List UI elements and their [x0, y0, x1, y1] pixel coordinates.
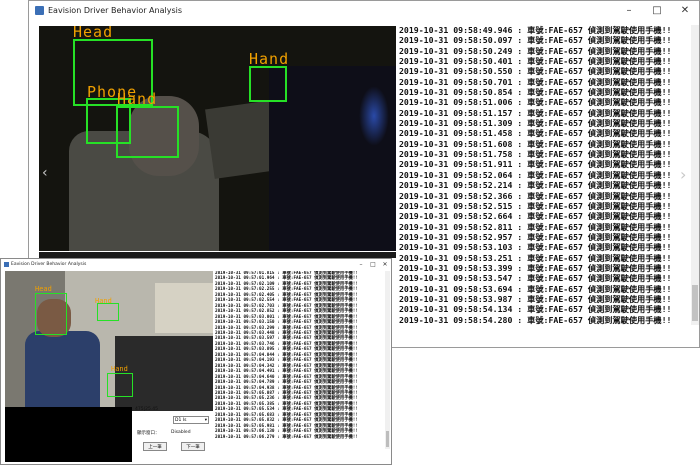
hand-detection-box-right [249, 66, 287, 102]
small-window: Eavision Driver Behavior Analysis – □ ✕ … [0, 258, 392, 465]
hand-detection-label-bottom: Hand [111, 365, 128, 373]
prev-record-button[interactable]: 上一筆 [143, 442, 167, 451]
hand-detection-label-left: Hand [117, 90, 158, 108]
head-detection-label: Head [35, 285, 52, 293]
main-event-log[interactable]: 2019-10-31 09:58:49.946 : 車號:FAE-657 偵測到… [399, 25, 693, 325]
small-event-log[interactable]: 2019-10-31 09:57:01.815 : 車號:FAE-657 偵測到… [215, 271, 385, 449]
hand-detection-box-top [97, 303, 119, 321]
camera-select-value: D1 Is [175, 417, 187, 423]
log-line: 2019-10-31 09:58:49.946 : 車號:FAE-657 偵測到… [399, 25, 672, 35]
secondary-video-feed [5, 407, 132, 462]
log-line: 2019-10-31 09:58:51.608 : 車號:FAE-657 偵測到… [399, 138, 672, 149]
hand-detection-box-left [116, 106, 179, 158]
next-record-button[interactable]: 下一筆 [181, 442, 205, 451]
log-line: 2019-10-31 09:58:50.097 : 車號:FAE-657 偵測到… [399, 35, 672, 46]
log-line: 2019-10-31 09:58:54.280 : 車號:FAE-657 偵測到… [399, 314, 672, 325]
app-icon [4, 261, 9, 267]
log-line: 2019-10-31 09:58:54.134 : 車號:FAE-657 偵測到… [399, 304, 672, 315]
small-window-title: Eavision Driver Behavior Analysis [11, 261, 87, 267]
scrollbar-thumb[interactable] [386, 431, 389, 447]
mode-value: Disabled [171, 430, 191, 435]
minimize-button[interactable]: – [615, 1, 643, 19]
main-title-bar[interactable]: Eavision Driver Behavior Analysis – □ ✕ [29, 1, 699, 19]
log-line: 2019-10-31 09:58:53.251 : 車號:FAE-657 偵測到… [399, 252, 672, 263]
small-log-scrollbar[interactable] [385, 271, 390, 449]
hand-detection-label-top: Hand [95, 297, 112, 305]
log-line: 2019-10-31 09:58:50.401 : 車號:FAE-657 偵測到… [399, 56, 672, 67]
log-line: 2019-10-31 09:58:51.458 : 車號:FAE-657 偵測到… [399, 128, 672, 139]
log-line: 2019-10-31 09:58:50.701 : 車號:FAE-657 偵測到… [399, 76, 672, 87]
main-window-title: Eavision Driver Behavior Analysis [48, 5, 182, 15]
windshield [155, 283, 213, 333]
driver-body [25, 331, 100, 411]
chevron-down-icon: ▾ [204, 417, 207, 423]
log-line: 2019-10-31 09:58:52.214 : 車號:FAE-657 偵測到… [399, 180, 672, 191]
log-line: 2019-10-31 09:58:53.547 : 車號:FAE-657 偵測到… [399, 273, 672, 284]
log-line: 2019-10-31 09:58:52.664 : 車號:FAE-657 偵測到… [399, 211, 672, 222]
fps-readout: 475|25.45 [135, 407, 158, 412]
small-title-bar[interactable]: Eavision Driver Behavior Analysis – □ ✕ [1, 259, 391, 269]
chevron-left-icon[interactable]: ‹ [42, 165, 48, 181]
log-line: 2019-10-31 09:58:51.157 : 車號:FAE-657 偵測到… [399, 107, 672, 118]
dashboard-lights [359, 86, 389, 146]
log-line: 2019-10-31 09:58:53.987 : 車號:FAE-657 偵測到… [399, 293, 672, 304]
log-line: 2019-10-31 09:58:50.550 : 車號:FAE-657 偵測到… [399, 66, 672, 77]
log-line: 2019-10-31 09:58:52.064 : 車號:FAE-657 偵測到… [399, 169, 672, 180]
log-line: 2019-10-31 09:58:53.694 : 車號:FAE-657 偵測到… [399, 283, 672, 294]
log-line: 2019-10-31 09:58:51.758 : 車號:FAE-657 偵測到… [399, 149, 672, 160]
log-line: 2019-10-31 09:58:50.249 : 車號:FAE-657 偵測到… [399, 45, 672, 56]
log-line: 2019-10-31 09:58:52.957 : 車號:FAE-657 偵測到… [399, 231, 672, 242]
minimize-button[interactable]: – [355, 261, 367, 268]
main-log-scrollbar[interactable] [691, 25, 699, 325]
log-line: 2019-10-31 09:58:53.103 : 車號:FAE-657 偵測到… [399, 242, 672, 253]
maximize-button[interactable]: □ [643, 1, 671, 19]
log-line: 2019-10-31 09:58:52.515 : 車號:FAE-657 偵測到… [399, 200, 672, 211]
camera-select[interactable]: D1 Is ▾ [173, 416, 209, 424]
close-button[interactable]: ✕ [379, 261, 391, 268]
log-line: 2019-10-31 09:57:06.279 : 車號:FAE-657 偵測到… [215, 434, 358, 440]
mode-label: 顯示窗口： [137, 431, 160, 436]
chevron-right-icon[interactable]: › [680, 165, 686, 184]
scrollbar-thumb[interactable] [692, 285, 698, 321]
log-line: 2019-10-31 09:58:51.911 : 車號:FAE-657 偵測到… [399, 159, 672, 170]
log-line: 2019-10-31 09:58:50.854 : 車號:FAE-657 偵測到… [399, 87, 672, 98]
close-button[interactable]: ✕ [671, 1, 699, 19]
head-detection-label: Head [73, 26, 114, 41]
log-line: 2019-10-31 09:58:52.366 : 車號:FAE-657 偵測到… [399, 190, 672, 201]
log-line: 2019-10-31 09:58:51.309 : 車號:FAE-657 偵測到… [399, 118, 672, 129]
maximize-button[interactable]: □ [367, 261, 379, 268]
head-detection-box [35, 293, 67, 335]
hand-detection-box-bottom [107, 373, 133, 397]
log-line: 2019-10-31 09:58:51.006 : 車號:FAE-657 偵測到… [399, 97, 672, 108]
app-icon [35, 5, 44, 15]
hand-detection-label-right: Hand [249, 50, 290, 68]
desktop: Eavision Driver Behavior Analysis – □ ✕ … [0, 0, 700, 465]
small-video-feed: Head Hand Hand [5, 271, 213, 411]
log-line: 2019-10-31 09:58:53.399 : 車號:FAE-657 偵測到… [399, 262, 672, 273]
main-video-feed: Head Phone Hand Hand [39, 26, 396, 251]
log-line: 2019-10-31 09:58:52.811 : 車號:FAE-657 偵測到… [399, 221, 672, 232]
